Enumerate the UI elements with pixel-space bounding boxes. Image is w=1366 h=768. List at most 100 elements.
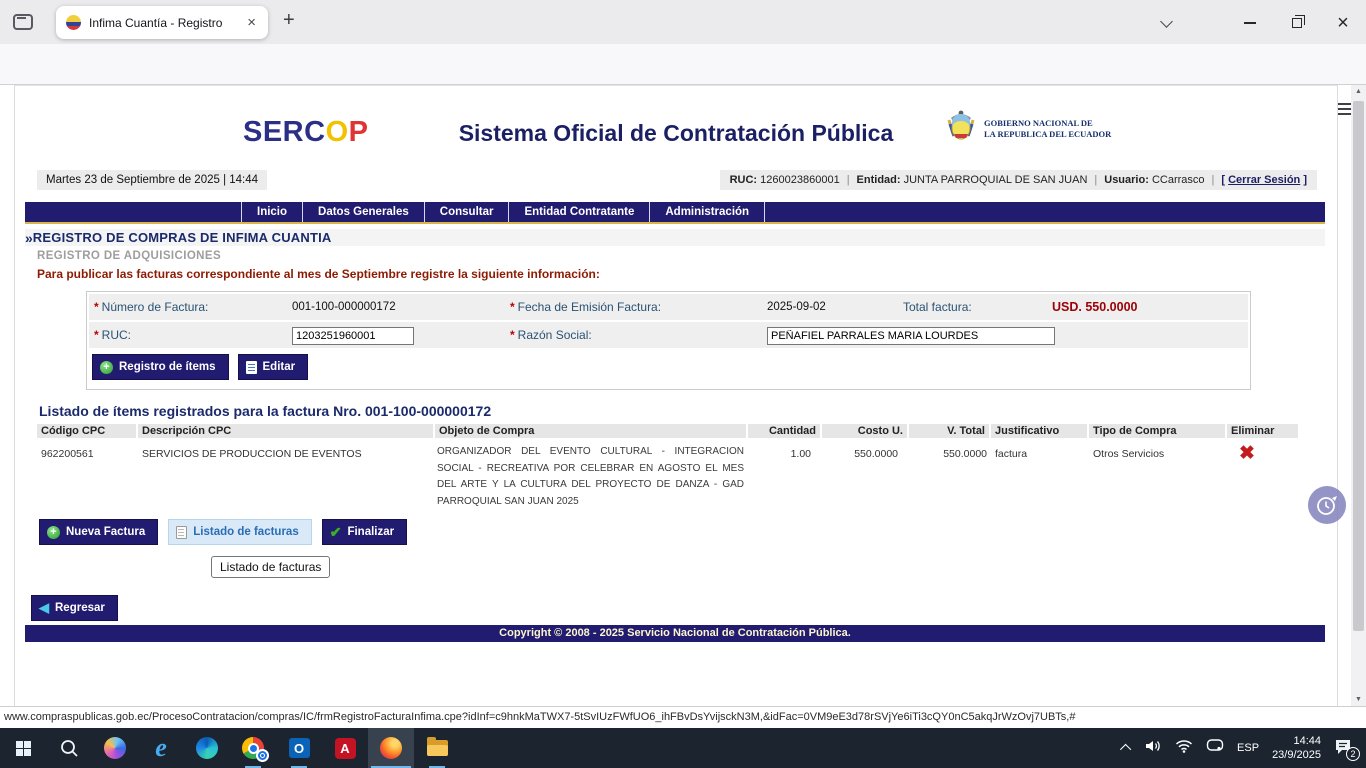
- tray-expand-chevron-icon[interactable]: [1120, 744, 1131, 755]
- outlook-icon: O: [289, 738, 310, 758]
- nav-item-entidad-contratante[interactable]: Entidad Contratante: [508, 202, 649, 222]
- taskbar-acrobat-button[interactable]: A: [322, 728, 368, 768]
- logout-link[interactable]: [ Cerrar Sesión ]: [1221, 174, 1307, 186]
- gold-divider: [25, 222, 1325, 224]
- check-icon: ✔: [330, 524, 342, 541]
- total-factura-value: USD. 550.0000: [1052, 300, 1248, 314]
- finalizar-button[interactable]: ✔Finalizar: [322, 519, 407, 545]
- file-explorer-icon: [427, 740, 448, 756]
- col-codigo-cpc: Código CPC: [37, 424, 136, 438]
- page-scrollbar[interactable]: ▲ ▼: [1351, 85, 1366, 706]
- numero-factura-value: 001-100-000000172: [292, 301, 505, 313]
- table-row: 962200561 SERVICIOS DE PRODUCCION DE EVE…: [37, 438, 1298, 510]
- taskbar-outlook-button[interactable]: O: [276, 728, 322, 768]
- delete-item-icon[interactable]: ✖: [1239, 443, 1255, 464]
- ruc-label: RUC:: [730, 174, 758, 186]
- scroll-up-arrow[interactable]: ▲: [1351, 88, 1366, 95]
- datetime-display: Martes 23 de Septiembre de 2025 | 14:44: [37, 170, 267, 190]
- section-title: REGISTRO DE COMPRAS DE INFIMA CUANTIA: [33, 230, 332, 245]
- cell-codigo-cpc: 962200561: [37, 438, 136, 510]
- col-descripcion-cpc: Descripción CPC: [138, 424, 433, 438]
- wifi-icon[interactable]: [1175, 739, 1193, 758]
- taskbar-chrome-button[interactable]: [230, 728, 276, 768]
- cell-descripcion-cpc: SERVICIOS DE PRODUCCION DE EVENTOS: [138, 438, 433, 510]
- chrome-icon: [242, 737, 264, 759]
- search-icon: [59, 738, 79, 758]
- window-close-button[interactable]: ×: [1328, 12, 1358, 34]
- ruc-field-label: *RUC:: [89, 328, 292, 342]
- nav-item-consultar[interactable]: Consultar: [424, 202, 509, 222]
- list-tabs-chevron-icon[interactable]: [1160, 15, 1173, 28]
- fecha-emision-label: *Fecha de Emisión Factura:: [505, 300, 767, 314]
- registro-items-button[interactable]: +Registro de ítems: [92, 354, 229, 380]
- taskbar-ie-button[interactable]: e: [138, 728, 184, 768]
- nav-item-inicio[interactable]: Inicio: [241, 202, 302, 222]
- window-restore-button[interactable]: [1282, 12, 1312, 34]
- editar-button[interactable]: Editar: [238, 354, 309, 380]
- col-objeto-compra: Objeto de Compra: [435, 424, 746, 438]
- volume-icon[interactable]: [1144, 738, 1162, 759]
- title-marker: »: [25, 230, 33, 246]
- regresar-button[interactable]: ◀Regresar: [31, 595, 118, 621]
- ecuador-coat-of-arms-icon: [945, 108, 977, 149]
- page-title: Sistema Oficial de Contratación Pública: [15, 120, 1337, 147]
- floating-clock-widget[interactable]: [1308, 486, 1346, 524]
- government-logo: GOBIERNO NACIONAL DELA REPUBLICA DEL ECU…: [945, 108, 1111, 149]
- windows-taskbar: e O A ESP 14:44 23/9/2025 2: [0, 728, 1366, 768]
- clock-date: 23/9/2025: [1272, 748, 1321, 762]
- window-minimize-button[interactable]: [1235, 12, 1265, 34]
- internet-explorer-icon: e: [155, 735, 167, 761]
- scroll-down-arrow[interactable]: ▼: [1351, 696, 1366, 703]
- razon-social-input[interactable]: [767, 327, 1055, 345]
- back-arrow-icon: ◀: [39, 600, 49, 616]
- scrollbar-thumb[interactable]: [1353, 101, 1364, 631]
- col-justificativo: Justificativo: [991, 424, 1087, 438]
- notification-count-badge: 2: [1346, 747, 1360, 761]
- tab-close-icon[interactable]: ×: [245, 14, 258, 31]
- tab-title: Infima Cuantía - Registro: [89, 16, 237, 30]
- taskbar-explorer-button[interactable]: [414, 728, 460, 768]
- nueva-factura-button[interactable]: +Nueva Factura: [39, 519, 158, 545]
- plus-icon: +: [47, 526, 60, 539]
- taskbar-edge-button[interactable]: [184, 728, 230, 768]
- browser-tab-strip: Infima Cuantía - Registro × + ×: [0, 0, 1366, 44]
- numero-factura-label: *Número de Factura:: [89, 300, 292, 314]
- edge-icon: [196, 737, 218, 759]
- section-subtitle: REGISTRO DE ADQUISICIONES: [37, 250, 221, 262]
- gov-text-line2: LA REPUBLICA DEL ECUADOR: [984, 129, 1111, 140]
- page-content: SERCOP Sistema Oficial de Contratación P…: [14, 85, 1338, 706]
- new-tab-button[interactable]: +: [283, 9, 295, 32]
- start-button[interactable]: [0, 728, 46, 768]
- nav-item-datos-generales[interactable]: Datos Generales: [302, 202, 424, 222]
- cell-justificativo: factura: [991, 438, 1087, 510]
- instruction-text: Para publicar las facturas correspondien…: [37, 267, 600, 281]
- items-table: Código CPC Descripción CPC Objeto de Com…: [37, 424, 1298, 510]
- browser-tab[interactable]: Infima Cuantía - Registro ×: [56, 6, 268, 39]
- copilot-icon: [104, 737, 126, 759]
- taskbar-clock[interactable]: 14:44 23/9/2025: [1272, 734, 1321, 763]
- cell-tipo-compra: Otros Servicios: [1089, 438, 1225, 510]
- ruc-input[interactable]: [292, 327, 414, 345]
- taskbar-copilot-button[interactable]: [92, 728, 138, 768]
- col-costo-u: Costo U.: [822, 424, 907, 438]
- razon-social-label: *Razón Social:: [505, 328, 767, 342]
- fecha-emision-value: 2025-09-02: [767, 301, 898, 313]
- firefox-view-icon[interactable]: [13, 14, 33, 30]
- browser-toolbar: ← → www.compraspublicas.gob.ec/ProcesoCo…: [0, 44, 1366, 85]
- col-v-total: V. Total: [909, 424, 989, 438]
- entidad-label: Entidad:: [857, 174, 901, 186]
- notification-center-icon[interactable]: 2: [1334, 738, 1356, 758]
- plus-icon: +: [100, 361, 113, 374]
- edit-document-icon: [246, 361, 257, 374]
- nav-item-administracion[interactable]: Administración: [649, 202, 765, 222]
- language-indicator[interactable]: ESP: [1237, 742, 1259, 754]
- taskbar-firefox-button[interactable]: [368, 728, 414, 768]
- total-factura-label: Total factura:: [898, 300, 1052, 314]
- main-navigation: Inicio Datos Generales Consultar Entidad…: [25, 202, 1325, 222]
- cell-cantidad: 1.00: [748, 438, 820, 510]
- meet-now-icon[interactable]: [1206, 738, 1224, 758]
- action-buttons: +Nueva Factura Listado de facturas ✔Fina…: [39, 519, 407, 545]
- clock-time: 14:44: [1272, 734, 1321, 748]
- listado-facturas-button[interactable]: Listado de facturas: [168, 519, 311, 545]
- taskbar-search-button[interactable]: [46, 728, 92, 768]
